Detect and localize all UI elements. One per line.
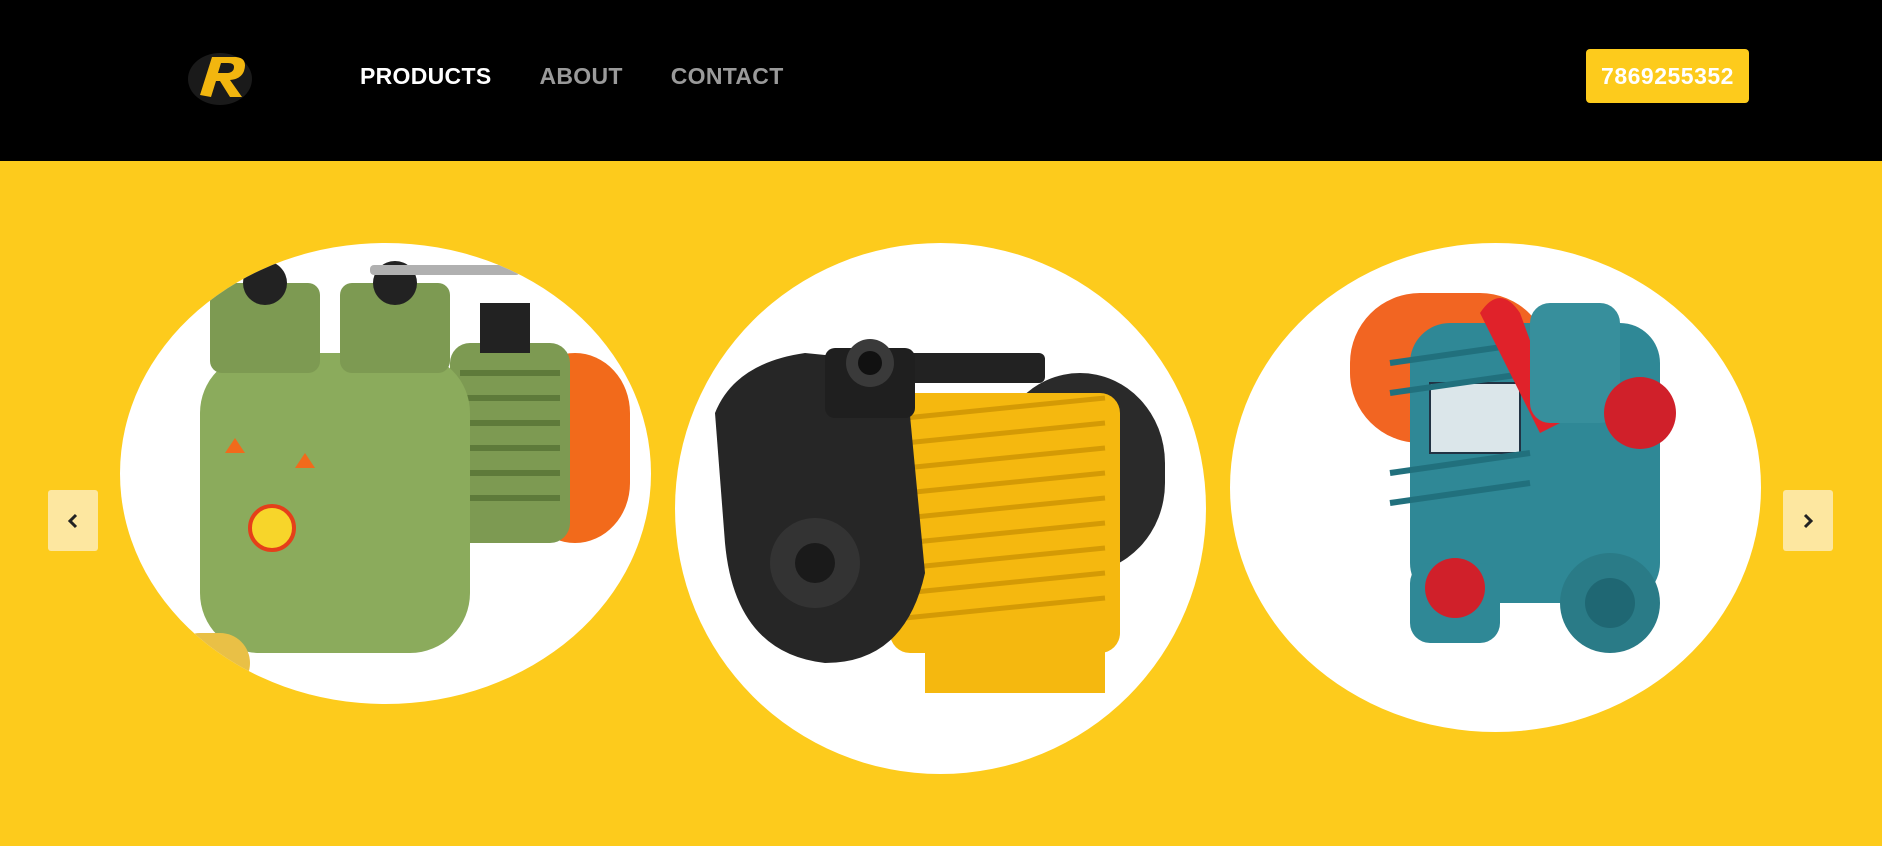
- nav-about[interactable]: ABOUT: [539, 60, 622, 92]
- product-carousel: [0, 161, 1882, 846]
- nav-contact[interactable]: CONTACT: [671, 60, 784, 92]
- chevron-left-icon: [67, 513, 78, 528]
- pump-image: [1350, 293, 1676, 653]
- pump-image: [170, 261, 630, 693]
- main-nav: PRODUCTS ABOUT CONTACT: [360, 60, 832, 92]
- product-slide-2[interactable]: [675, 243, 1206, 774]
- phone-button[interactable]: 7869255352: [1586, 49, 1749, 103]
- product-slide-1[interactable]: [120, 243, 651, 704]
- carousel-prev-button[interactable]: [48, 490, 98, 551]
- site-header: PRODUCTS ABOUT CONTACT 7869255352: [0, 0, 1882, 161]
- pump-image: [715, 339, 1165, 693]
- carousel-next-button[interactable]: [1783, 490, 1833, 551]
- brand-logo[interactable]: [186, 45, 258, 107]
- nav-products[interactable]: PRODUCTS: [360, 60, 491, 92]
- chevron-right-icon: [1803, 513, 1814, 528]
- product-slide-3[interactable]: [1230, 243, 1761, 732]
